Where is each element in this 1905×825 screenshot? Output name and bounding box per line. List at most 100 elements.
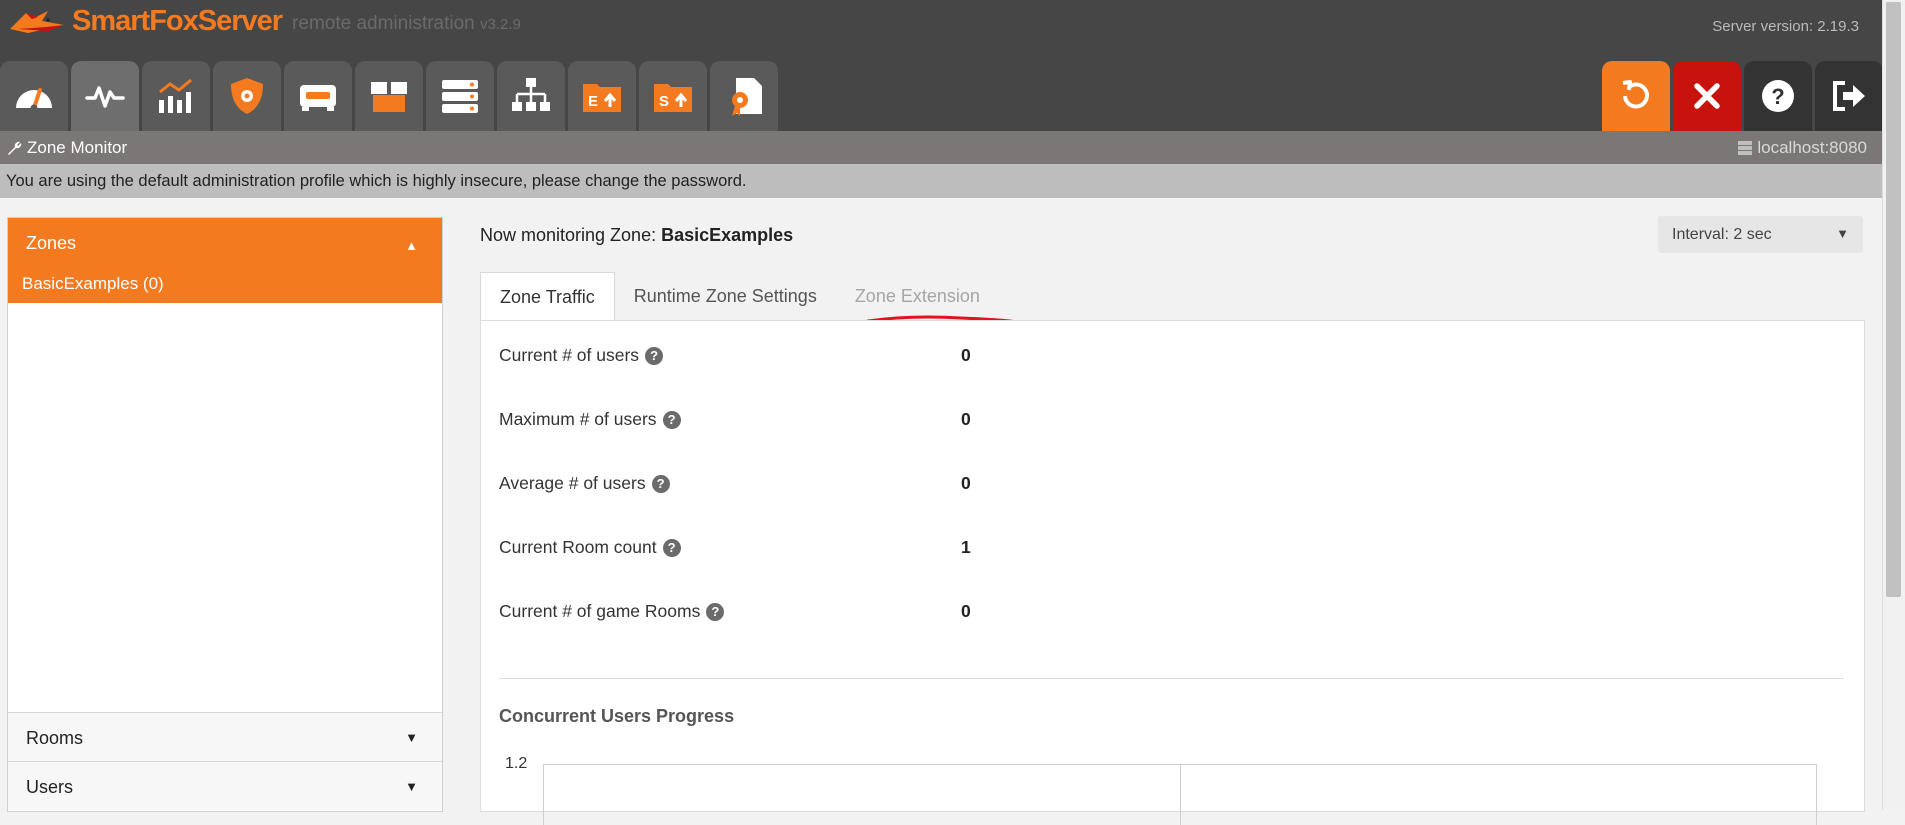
- security-warning-text: You are using the default administration…: [6, 172, 747, 190]
- zone-item[interactable]: BasicExamples (0): [22, 274, 164, 294]
- help-icon[interactable]: ?: [651, 474, 670, 493]
- tool-console[interactable]: [284, 61, 352, 131]
- tool-server-upload[interactable]: S: [639, 61, 707, 131]
- monitoring-title: Now monitoring Zone: BasicExamples: [480, 225, 793, 246]
- sidebar: Zones ▲ BasicExamples (0) Rooms ▼ Users …: [7, 217, 443, 812]
- stat-label: Current # of game Rooms?: [499, 601, 725, 622]
- tool-hierarchy[interactable]: [497, 61, 565, 131]
- rooms-accordion[interactable]: Rooms ▼: [8, 712, 442, 761]
- help-icon[interactable]: ?: [645, 346, 664, 365]
- license-icon: [732, 78, 762, 116]
- chevron-down-icon: ▼: [405, 730, 418, 745]
- tool-dashboard[interactable]: [0, 61, 68, 131]
- dashboard-icon: [16, 88, 52, 112]
- stat-label-text: Current # of game Rooms: [499, 601, 701, 621]
- security-icon: [231, 78, 263, 114]
- tool-security[interactable]: [213, 61, 281, 131]
- tool-servers[interactable]: [426, 61, 494, 131]
- logout-button[interactable]: [1815, 61, 1883, 131]
- main-content: Now monitoring Zone: BasicExamples Inter…: [458, 198, 1883, 825]
- tool-box[interactable]: [355, 61, 423, 131]
- chevron-down-icon: ▼: [1836, 226, 1849, 241]
- chart-plot-area: [543, 764, 1817, 825]
- analytics-icon: [159, 78, 192, 113]
- page-scrollbar[interactable]: [1882, 0, 1905, 810]
- tool-zone-monitor[interactable]: [71, 61, 139, 131]
- help-icon[interactable]: ?: [706, 602, 725, 621]
- servers-icon: [442, 80, 478, 113]
- chevron-down-icon: ▼: [405, 779, 418, 794]
- monitoring-prefix: Now monitoring Zone:: [480, 225, 662, 245]
- stat-label: Current # of users?: [499, 345, 664, 366]
- logo: SmartFoxServer remote administration v3.…: [8, 4, 521, 37]
- restart-button[interactable]: [1602, 61, 1670, 131]
- logout-icon: [1833, 81, 1865, 111]
- divider: [499, 678, 1844, 679]
- stat-label: Maximum # of users?: [499, 409, 681, 430]
- security-warning: You are using the default administration…: [0, 164, 1883, 198]
- wrench-icon: [8, 141, 22, 155]
- tab-zone-extension[interactable]: Zone Extension: [836, 272, 999, 320]
- zone-traffic-panel: Current # of users? 0 Maximum # of users…: [480, 320, 1865, 825]
- module-title-text: Zone Monitor: [27, 138, 128, 157]
- server-host-text: localhost:8080: [1757, 138, 1867, 157]
- zone-tabs: Zone Traffic Runtime Zone Settings Zone …: [480, 272, 999, 321]
- stat-value: 0: [961, 601, 971, 621]
- tab-runtime-zone-settings[interactable]: Runtime Zone Settings: [615, 272, 836, 320]
- stat-label-text: Maximum # of users: [499, 409, 657, 429]
- extension-upload-icon: E: [583, 84, 621, 112]
- stat-value: 1: [961, 537, 971, 557]
- tab-zone-traffic[interactable]: Zone Traffic: [480, 272, 615, 321]
- module-toolbar: E S: [0, 61, 781, 131]
- restart-icon: [1622, 80, 1649, 109]
- server-upload-icon: S: [654, 84, 692, 112]
- help-icon[interactable]: ?: [662, 410, 681, 429]
- interval-value: Interval: 2 sec: [1672, 226, 1772, 243]
- collapse-up-icon[interactable]: ▲: [405, 238, 418, 253]
- monitored-zone: BasicExamples: [661, 225, 794, 245]
- close-icon: [1694, 83, 1720, 109]
- stat-row: Average # of users? 0: [499, 473, 1019, 497]
- svg-text:S: S: [659, 93, 669, 110]
- tool-extension-upload[interactable]: E: [568, 61, 636, 131]
- svg-text:E: E: [588, 93, 598, 110]
- stat-value: 0: [961, 473, 971, 493]
- stat-label-text: Current Room count: [499, 537, 657, 557]
- stat-label-text: Current # of users: [499, 345, 640, 365]
- help-icon[interactable]: ?: [662, 538, 681, 557]
- hierarchy-icon: [512, 78, 550, 111]
- zone-monitor-icon: [85, 86, 125, 108]
- app-header: SmartFoxServer remote administration v3.…: [0, 0, 1883, 131]
- logo-subtitle-text: remote administration: [292, 13, 475, 34]
- server-host: localhost:8080: [1737, 138, 1867, 158]
- rooms-header: Rooms: [26, 728, 84, 748]
- chart-y-tick-label: 1.2: [505, 755, 528, 772]
- help-button[interactable]: ?: [1744, 61, 1812, 131]
- halt-button[interactable]: [1673, 61, 1741, 131]
- interval-select[interactable]: Interval: 2 sec ▼: [1658, 216, 1863, 253]
- logo-subtitle: remote administration v3.2.9: [292, 13, 521, 35]
- stat-value: 0: [961, 345, 971, 365]
- console-icon: [300, 85, 336, 111]
- logo-version: v3.2.9: [480, 16, 521, 33]
- box-icon: [371, 82, 407, 112]
- stat-value: 0: [961, 409, 971, 429]
- server-version: Server version: 2.19.3: [1712, 18, 1859, 35]
- svg-text:?: ?: [1771, 84, 1784, 109]
- stat-label: Average # of users?: [499, 473, 670, 494]
- sub-header: Zone Monitor localhost:8080: [0, 131, 1883, 164]
- tool-analytics[interactable]: [142, 61, 210, 131]
- logo-title: SmartFoxServer: [72, 4, 283, 37]
- zones-header[interactable]: Zones: [26, 233, 76, 254]
- chart-title: Concurrent Users Progress: [499, 706, 735, 726]
- scrollbar-thumb[interactable]: [1886, 2, 1901, 597]
- stat-row: Current Room count? 1: [499, 537, 1019, 561]
- stat-row: Current # of users? 0: [499, 345, 1019, 369]
- stat-row: Current # of game Rooms? 0: [499, 601, 1019, 625]
- action-toolbar: ?: [1599, 61, 1883, 131]
- module-title: Zone Monitor: [6, 138, 127, 158]
- zones-panel: Zones ▲ BasicExamples (0): [8, 218, 442, 303]
- fox-logo-icon: [10, 11, 64, 33]
- tool-license[interactable]: [710, 61, 778, 131]
- users-accordion[interactable]: Users ▼: [8, 761, 442, 810]
